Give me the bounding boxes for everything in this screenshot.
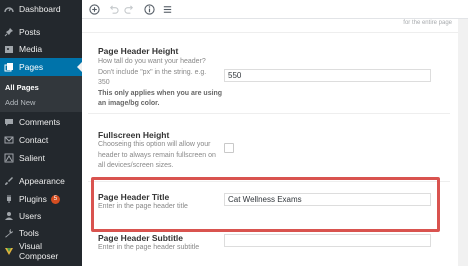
divider [82,32,458,33]
plugin-update-badge: 5 [50,194,60,204]
sidebar-item-comments[interactable]: Comments [0,113,82,131]
submenu-all-pages[interactable]: All Pages [5,83,39,92]
submenu-add-new[interactable]: Add New [5,98,35,107]
sidebar-item-label: Salient [19,153,45,163]
page-header-title-label: Page Header Title [98,192,170,202]
sidebar-item-users[interactable]: Users [0,207,82,225]
page-header-height-label: Page Header Height [98,46,179,56]
sidebar-item-label: Comments [19,117,61,127]
add-icon[interactable] [88,3,101,16]
sidebar-item-label: Visual Composer [19,241,59,261]
salient-icon [4,153,14,163]
plugin-icon [4,194,14,204]
fullscreen-height-desc: Chooseing this option will allow your he… [98,141,216,169]
fullscreen-height-label: Fullscreen Height [98,130,170,140]
comments-icon [4,117,14,127]
sidebar-item-label: Dashboard [19,4,61,14]
page-header-settings-panel: for the entire page Page Header Height H… [82,19,458,266]
sidebar-item-salient[interactable]: Salient [0,149,82,167]
sidebar-item-tools[interactable]: Tools [0,224,82,242]
dashboard-icon [4,4,14,14]
page-header-subtitle-input[interactable] [224,234,431,247]
page-header-title-desc: Enter in the page header title [98,203,188,210]
faded-text: for the entire page [403,20,452,26]
sidebar-item-visual-composer[interactable]: Visual Composer [0,241,82,261]
sidebar-item-plugins[interactable]: Plugins 5 [0,190,82,208]
media-icon [4,44,14,54]
info-icon[interactable] [143,3,156,16]
scrollbar[interactable] [458,19,468,266]
sidebar-item-label: Pages [19,62,44,72]
fullscreen-height-checkbox[interactable] [224,143,234,153]
editor-toolbar [82,0,468,19]
admin-sidebar: Dashboard Posts Media Pages All Pages Ad… [0,0,82,266]
brush-icon [4,176,14,186]
sidebar-item-dashboard[interactable]: Dashboard [0,0,82,18]
page-header-title-input[interactable] [224,193,431,206]
pin-icon [4,27,14,37]
wrench-icon [4,228,14,238]
divider [88,113,450,114]
users-icon [4,211,14,221]
sidebar-item-label: Users [19,211,42,221]
sidebar-item-media[interactable]: Media [0,40,82,58]
sidebar-item-pages[interactable]: Pages [0,58,82,76]
pages-submenu: All Pages Add New [0,76,82,112]
sidebar-item-contact[interactable]: Contact [0,131,82,149]
page-header-height-desc: How tall do you want your header? Don't … [98,58,223,107]
page-header-height-input[interactable] [224,69,431,82]
sidebar-item-label: Posts [19,27,41,37]
sidebar-item-label: Media [19,44,43,54]
page-header-subtitle-desc: Enter in the page header subtitle [98,244,200,251]
vc-icon [4,246,14,256]
sidebar-item-appearance[interactable]: Appearance [0,172,82,190]
list-icon[interactable] [161,3,174,16]
sidebar-item-label: Plugins [19,194,47,204]
sidebar-item-posts[interactable]: Posts [0,23,82,41]
undo-icon[interactable] [107,3,120,16]
sidebar-item-label: Contact [19,135,49,145]
sidebar-item-label: Tools [19,228,39,238]
redo-icon[interactable] [123,3,136,16]
sidebar-item-label: Appearance [19,176,65,186]
pages-icon [4,62,14,72]
mail-icon [4,135,14,145]
page-header-subtitle-label: Page Header Subtitle [98,233,184,243]
